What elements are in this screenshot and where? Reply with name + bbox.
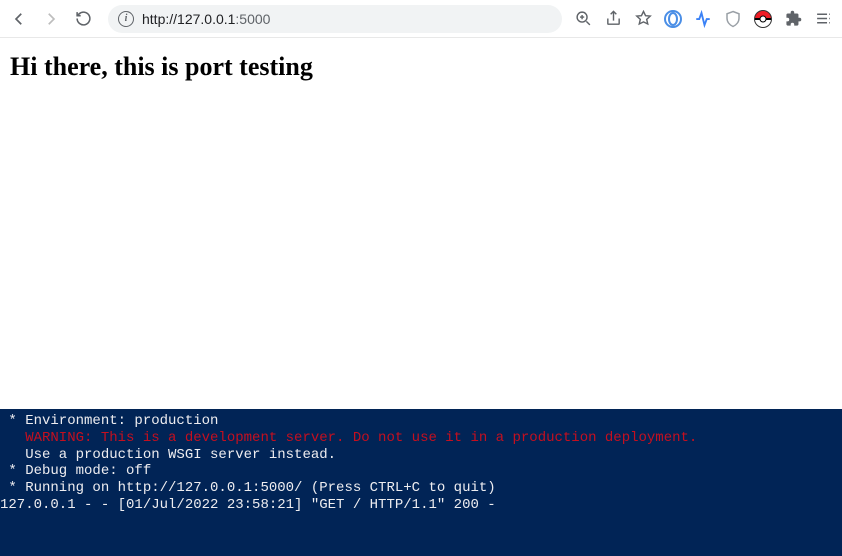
forward-button[interactable]	[38, 6, 64, 32]
zoom-icon[interactable]	[574, 10, 592, 28]
url-text: http://127.0.0.1:5000	[142, 11, 270, 27]
menu-icon[interactable]	[814, 10, 832, 28]
page-content: Hi there, this is port testing	[0, 38, 842, 96]
terminal-line: * Debug mode: off	[0, 463, 842, 480]
extension-pulse-icon[interactable]	[694, 10, 712, 28]
extension-shield-icon[interactable]	[724, 10, 742, 28]
extensions-puzzle-icon[interactable]	[784, 10, 802, 28]
terminal-line: * Running on http://127.0.0.1:5000/ (Pre…	[0, 480, 842, 497]
bookmark-star-icon[interactable]	[634, 10, 652, 28]
terminal-panel[interactable]: * Environment: production WARNING: This …	[0, 409, 842, 556]
terminal-line: Use a production WSGI server instead.	[0, 447, 842, 464]
terminal-line: 127.0.0.1 - - [01/Jul/2022 23:58:21] "GE…	[0, 497, 842, 514]
browser-toolbar: i http://127.0.0.1:5000	[0, 0, 842, 38]
terminal-line: * Environment: production	[0, 413, 842, 430]
extension-opera-icon[interactable]	[664, 10, 682, 28]
site-info-icon[interactable]: i	[118, 11, 134, 27]
toolbar-actions	[574, 10, 836, 28]
page-heading: Hi there, this is port testing	[10, 52, 832, 82]
terminal-line: WARNING: This is a development server. D…	[0, 430, 842, 447]
extension-pokeball-icon[interactable]	[754, 10, 772, 28]
address-bar[interactable]: i http://127.0.0.1:5000	[108, 5, 562, 33]
reload-button[interactable]	[70, 6, 96, 32]
back-button[interactable]	[6, 6, 32, 32]
share-icon[interactable]	[604, 10, 622, 28]
